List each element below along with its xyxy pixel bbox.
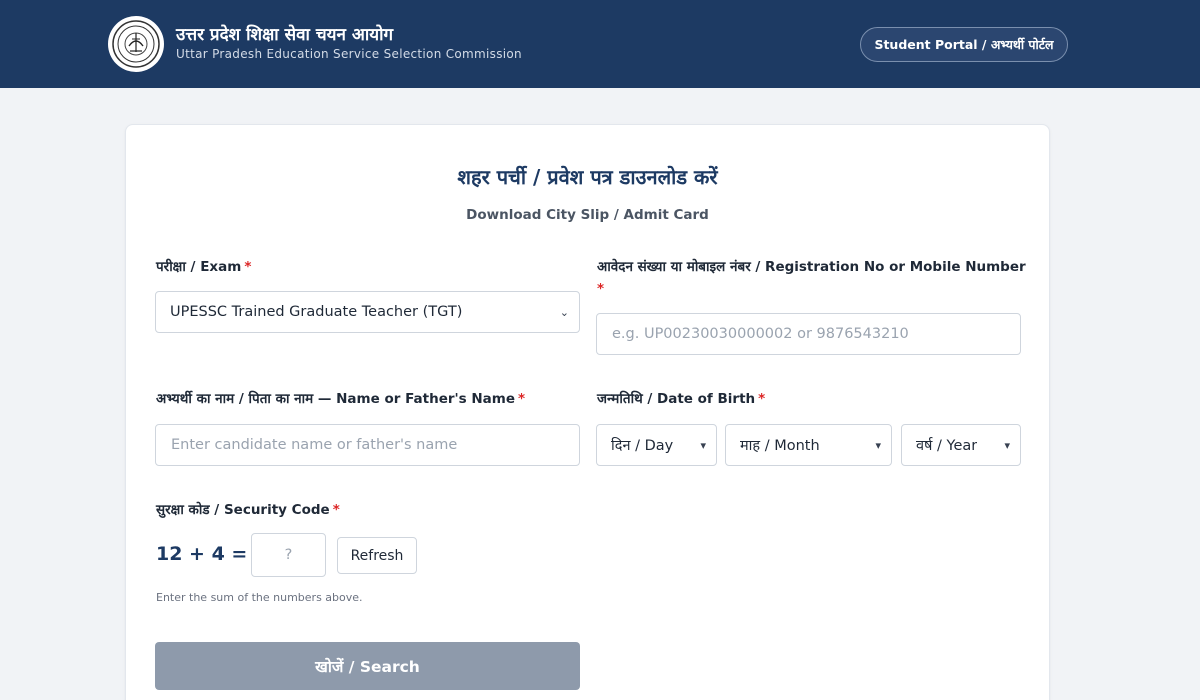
dob-label: जन्मतिथि / Date of Birth *: [597, 388, 765, 410]
exam-label-text: परीक्षा / Exam: [156, 259, 242, 275]
refresh-captcha-button[interactable]: Refresh: [337, 537, 417, 574]
caret-down-icon: ▾: [700, 438, 706, 452]
dob-month-select[interactable]: माह / Month ▾: [725, 424, 892, 466]
student-portal-button[interactable]: Student Portal / अभ्यर्थी पोर्टल: [860, 27, 1068, 62]
captcha-hint: Enter the sum of the numbers above.: [156, 591, 363, 604]
top-header: उत्तर प्रदेश शिक्षा सेवा चयन आयोग Uttar …: [0, 0, 1200, 88]
exam-label: परीक्षा / Exam *: [156, 256, 251, 278]
dob-label-text: जन्मतिथि / Date of Birth: [597, 391, 756, 407]
exam-select-value: UPESSC Trained Graduate Teacher (TGT): [170, 304, 463, 320]
exam-select[interactable]: UPESSC Trained Graduate Teacher (TGT) ⌄: [155, 291, 580, 333]
dob-month-value: माह / Month: [740, 438, 820, 454]
required-marker: *: [244, 259, 252, 275]
form-title: शहर पर्ची / प्रवेश पत्र डाउनलोड करें: [457, 165, 718, 189]
registration-label-text: आवेदन संख्या या मोबाइल नंबर / Registrati…: [597, 259, 1026, 275]
dob-year-value: वर्ष / Year: [916, 438, 978, 454]
required-marker: *: [518, 391, 526, 407]
registration-label: आवेदन संख्या या मोबाइल नंबर / Registrati…: [597, 256, 1027, 300]
registration-input[interactable]: [596, 313, 1021, 355]
required-marker: *: [758, 391, 766, 407]
org-name-hindi: उत्तर प्रदेश शिक्षा सेवा चयन आयोग: [176, 25, 394, 45]
chevron-down-icon: ⌄: [559, 305, 569, 319]
dob-year-select[interactable]: वर्ष / Year ▾: [901, 424, 1021, 466]
org-name-english: Uttar Pradesh Education Service Selectio…: [176, 47, 522, 61]
emblem-icon: [112, 20, 160, 68]
name-input[interactable]: [155, 424, 580, 466]
name-label-text: अभ्यर्थी का नाम / पिता का नाम — Name or …: [156, 391, 516, 407]
search-button[interactable]: खोजें / Search: [155, 642, 580, 690]
security-label: सुरक्षा कोड / Security Code *: [156, 499, 340, 521]
commission-logo: [108, 16, 164, 72]
required-marker: *: [332, 502, 340, 518]
captcha-question: 12 + 4 =: [156, 543, 248, 565]
caret-down-icon: ▾: [875, 438, 881, 452]
name-label: अभ्यर्थी का नाम / पिता का नाम — Name or …: [156, 388, 525, 410]
admit-card-form: शहर पर्ची / प्रवेश पत्र डाउनलोड करें Dow…: [125, 124, 1050, 700]
security-label-text: सुरक्षा कोड / Security Code: [156, 502, 330, 518]
caret-down-icon: ▾: [1004, 438, 1010, 452]
required-marker: *: [597, 281, 605, 297]
captcha-input[interactable]: [251, 533, 326, 577]
dob-day-value: दिन / Day: [611, 438, 674, 454]
dob-day-select[interactable]: दिन / Day ▾: [596, 424, 717, 466]
form-subtitle: Download City Slip / Admit Card: [466, 207, 709, 223]
